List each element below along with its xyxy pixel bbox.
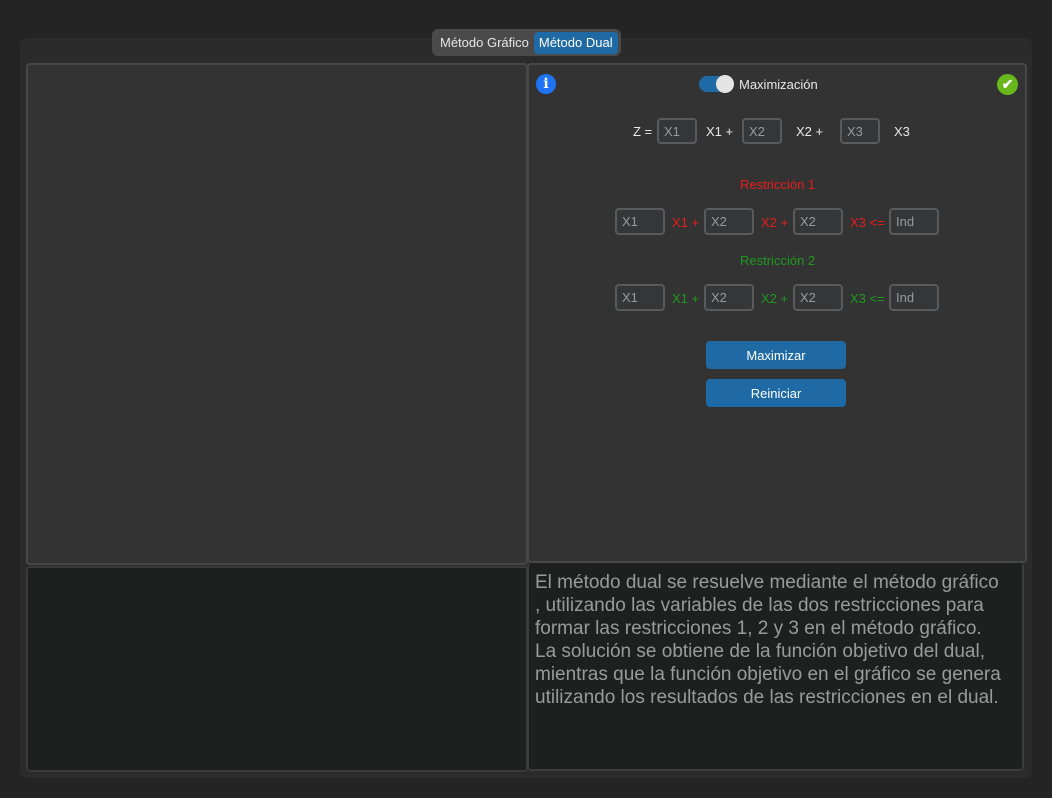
info-icon[interactable]: i xyxy=(536,74,556,94)
restriction-2-x1-label: X1 + xyxy=(672,291,700,306)
restriction-2-ind-input[interactable] xyxy=(889,284,939,311)
maximize-button[interactable]: Maximizar xyxy=(706,341,846,369)
objective-x3-input[interactable] xyxy=(840,118,880,144)
restriction-2-x2-label: X2 + xyxy=(761,291,789,306)
check-icon: ✔ xyxy=(997,74,1018,95)
restriction-2-title: Restricción 2 xyxy=(740,253,816,268)
reset-button[interactable]: Reiniciar xyxy=(706,379,846,407)
restriction-1-x3-label: X3 <= xyxy=(850,215,885,230)
results-output-panel xyxy=(26,566,528,772)
restriction-2-x2-input[interactable] xyxy=(704,284,754,311)
objective-x2-input[interactable] xyxy=(742,118,782,144)
graph-canvas-panel xyxy=(26,63,528,565)
tab-metodo-dual[interactable]: Método Dual xyxy=(533,31,618,54)
restriction-1-x2-label: X2 + xyxy=(761,215,789,230)
objective-x1-label: X1 + xyxy=(706,124,734,139)
maximization-toggle-group: Maximización xyxy=(699,75,818,93)
restriction-1-x2-input[interactable] xyxy=(704,208,754,235)
switch-knob xyxy=(716,75,734,93)
objective-x3-label: X3 xyxy=(894,124,910,139)
restriction-1-x1-input[interactable] xyxy=(615,208,665,235)
tab-metodo-grafico[interactable]: Método Gráfico xyxy=(435,32,534,54)
method-description-text: El método dual se resuelve mediante el m… xyxy=(535,572,1001,708)
description-panel: El método dual se resuelve mediante el m… xyxy=(527,563,1024,771)
objective-prefix: Z = xyxy=(633,124,653,139)
restriction-1-x3-input[interactable] xyxy=(793,208,843,235)
restriction-1-title: Restricción 1 xyxy=(740,177,816,192)
restriction-2-x3-label: X3 <= xyxy=(850,291,885,306)
restriction-2-x1-input[interactable] xyxy=(615,284,665,311)
maximization-label: Maximización xyxy=(739,76,818,92)
restriction-2-x3-input[interactable] xyxy=(793,284,843,311)
method-segmented-control: Método Gráfico Método Dual xyxy=(432,29,621,56)
objective-x2-label: X2 + xyxy=(796,124,824,139)
dual-input-panel: i Maximización ✔ Z = X1 + X2 + X3 Restri… xyxy=(527,63,1027,563)
restriction-1-ind-input[interactable] xyxy=(889,208,939,235)
restriction-1-x1-label: X1 + xyxy=(672,215,700,230)
maximization-switch[interactable] xyxy=(699,75,734,93)
objective-x1-input[interactable] xyxy=(657,118,697,144)
